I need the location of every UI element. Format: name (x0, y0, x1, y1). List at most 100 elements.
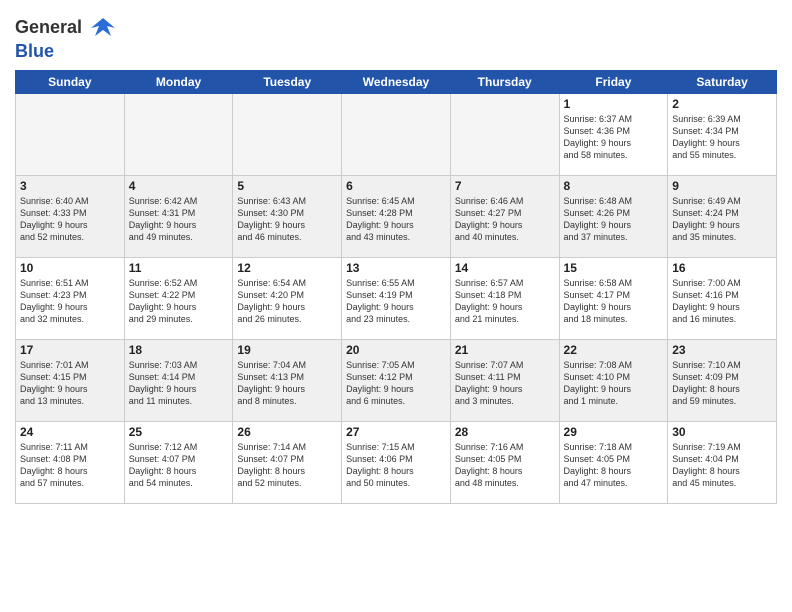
cal-cell-1: 1 Sunrise: 6:37 AM Sunset: 4:36 PM Daylig… (559, 93, 668, 175)
cal-cell-8: 8 Sunrise: 6:48 AM Sunset: 4:26 PM Daylig… (559, 175, 668, 257)
day-number: 18 (129, 343, 229, 357)
cell-info: Sunrise: 6:51 AM Sunset: 4:23 PM Dayligh… (20, 277, 120, 326)
day-number: 23 (672, 343, 772, 357)
logo-bird-icon (89, 14, 117, 42)
day-number: 1 (564, 97, 664, 111)
cal-cell-15: 15Sunrise: 6:58 AM Sunset: 4:17 PM Dayli… (559, 257, 668, 339)
cal-cell-3: 3 Sunrise: 6:40 AM Sunset: 4:33 PM Daylig… (16, 175, 125, 257)
cal-cell-10: 10 Sunrise: 6:51 AM Sunset: 4:23 PM Dayli… (16, 257, 125, 339)
day-number: 4 (129, 179, 229, 193)
day-header-wednesday: Wednesday (342, 70, 451, 93)
cell-info: Sunrise: 6:52 AM Sunset: 4:22 PM Dayligh… (129, 277, 229, 326)
calendar-table: SundayMondayTuesdayWednesdayThursdayFrid… (15, 70, 777, 504)
day-number: 7 (455, 179, 555, 193)
cal-cell-empty-3 (342, 93, 451, 175)
day-number: 26 (237, 425, 337, 439)
day-number: 29 (564, 425, 664, 439)
cal-cell-9: 9Sunrise: 6:49 AM Sunset: 4:24 PM Daylig… (668, 175, 777, 257)
day-number: 28 (455, 425, 555, 439)
cell-info: Sunrise: 7:12 AM Sunset: 4:07 PM Dayligh… (129, 441, 229, 490)
calendar-container: General Blue SundayMondayTuesdayWednesda… (0, 0, 792, 612)
header: General Blue (15, 10, 777, 62)
day-header-saturday: Saturday (668, 70, 777, 93)
cal-cell-empty-0 (16, 93, 125, 175)
day-number: 22 (564, 343, 664, 357)
cell-info: Sunrise: 7:07 AM Sunset: 4:11 PM Dayligh… (455, 359, 555, 408)
cal-cell-5: 5 Sunrise: 6:43 AM Sunset: 4:30 PM Daylig… (233, 175, 342, 257)
cell-info: Sunrise: 7:14 AM Sunset: 4:07 PM Dayligh… (237, 441, 337, 490)
cal-cell-empty-2 (233, 93, 342, 175)
day-header-tuesday: Tuesday (233, 70, 342, 93)
day-number: 20 (346, 343, 446, 357)
cal-cell-20: 20 Sunrise: 7:05 AM Sunset: 4:12 PM Dayli… (342, 339, 451, 421)
cal-cell-11: 11 Sunrise: 6:52 AM Sunset: 4:22 PM Dayli… (124, 257, 233, 339)
day-number: 13 (346, 261, 446, 275)
cell-info: Sunrise: 6:54 AM Sunset: 4:20 PM Dayligh… (237, 277, 337, 326)
cal-cell-22: 22 Sunrise: 7:08 AM Sunset: 4:10 PM Dayli… (559, 339, 668, 421)
day-number: 5 (237, 179, 337, 193)
cell-info: Sunrise: 6:46 AM Sunset: 4:27 PM Dayligh… (455, 195, 555, 244)
cal-cell-26: 26 Sunrise: 7:14 AM Sunset: 4:07 PM Dayli… (233, 421, 342, 503)
day-number: 16 (672, 261, 772, 275)
day-number: 15 (564, 261, 664, 275)
cal-cell-25: 25 Sunrise: 7:12 AM Sunset: 4:07 PM Dayli… (124, 421, 233, 503)
cell-info: Sunrise: 7:19 AM Sunset: 4:04 PM Dayligh… (672, 441, 772, 490)
day-number: 19 (237, 343, 337, 357)
day-header-friday: Friday (559, 70, 668, 93)
cell-info: Sunrise: 6:42 AM Sunset: 4:31 PM Dayligh… (129, 195, 229, 244)
cal-cell-13: 13 Sunrise: 6:55 AM Sunset: 4:19 PM Dayli… (342, 257, 451, 339)
day-number: 24 (20, 425, 120, 439)
week-row-2: 3 Sunrise: 6:40 AM Sunset: 4:33 PM Daylig… (16, 175, 777, 257)
cell-info: Sunrise: 6:45 AM Sunset: 4:28 PM Dayligh… (346, 195, 446, 244)
cal-cell-19: 19 Sunrise: 7:04 AM Sunset: 4:13 PM Dayli… (233, 339, 342, 421)
day-number: 2 (672, 97, 772, 111)
cell-info: Sunrise: 6:39 AM Sunset: 4:34 PM Dayligh… (672, 113, 772, 162)
logo: General Blue (15, 14, 117, 62)
week-row-5: 24 Sunrise: 7:11 AM Sunset: 4:08 PM Dayli… (16, 421, 777, 503)
cal-cell-18: 18 Sunrise: 7:03 AM Sunset: 4:14 PM Dayli… (124, 339, 233, 421)
day-number: 12 (237, 261, 337, 275)
day-header-sunday: Sunday (16, 70, 125, 93)
cell-info: Sunrise: 6:49 AM Sunset: 4:24 PM Dayligh… (672, 195, 772, 244)
cal-cell-empty-1 (124, 93, 233, 175)
cal-cell-17: 17Sunrise: 7:01 AM Sunset: 4:15 PM Dayli… (16, 339, 125, 421)
day-number: 30 (672, 425, 772, 439)
cell-info: Sunrise: 6:43 AM Sunset: 4:30 PM Dayligh… (237, 195, 337, 244)
cal-cell-21: 21Sunrise: 7:07 AM Sunset: 4:11 PM Dayli… (450, 339, 559, 421)
logo-general: General (15, 17, 82, 37)
day-number: 14 (455, 261, 555, 275)
cal-cell-4: 4 Sunrise: 6:42 AM Sunset: 4:31 PM Daylig… (124, 175, 233, 257)
cell-info: Sunrise: 7:11 AM Sunset: 4:08 PM Dayligh… (20, 441, 120, 490)
cell-info: Sunrise: 7:04 AM Sunset: 4:13 PM Dayligh… (237, 359, 337, 408)
cell-info: Sunrise: 7:01 AM Sunset: 4:15 PM Dayligh… (20, 359, 120, 408)
cal-cell-23: 23Sunrise: 7:10 AM Sunset: 4:09 PM Dayli… (668, 339, 777, 421)
cal-cell-14: 14 Sunrise: 6:57 AM Sunset: 4:18 PM Dayli… (450, 257, 559, 339)
cell-info: Sunrise: 6:55 AM Sunset: 4:19 PM Dayligh… (346, 277, 446, 326)
cal-cell-6: 6 Sunrise: 6:45 AM Sunset: 4:28 PM Daylig… (342, 175, 451, 257)
day-number: 27 (346, 425, 446, 439)
week-row-3: 10 Sunrise: 6:51 AM Sunset: 4:23 PM Dayli… (16, 257, 777, 339)
cell-info: Sunrise: 6:37 AM Sunset: 4:36 PM Dayligh… (564, 113, 664, 162)
day-number: 3 (20, 179, 120, 193)
day-number: 11 (129, 261, 229, 275)
day-number: 8 (564, 179, 664, 193)
cell-info: Sunrise: 7:08 AM Sunset: 4:10 PM Dayligh… (564, 359, 664, 408)
day-number: 10 (20, 261, 120, 275)
cell-info: Sunrise: 6:40 AM Sunset: 4:33 PM Dayligh… (20, 195, 120, 244)
day-header-thursday: Thursday (450, 70, 559, 93)
cell-info: Sunrise: 7:05 AM Sunset: 4:12 PM Dayligh… (346, 359, 446, 408)
week-row-4: 17Sunrise: 7:01 AM Sunset: 4:15 PM Dayli… (16, 339, 777, 421)
cal-cell-2: 2 Sunrise: 6:39 AM Sunset: 4:34 PM Daylig… (668, 93, 777, 175)
cell-info: Sunrise: 7:03 AM Sunset: 4:14 PM Dayligh… (129, 359, 229, 408)
day-number: 25 (129, 425, 229, 439)
cal-cell-7: 7 Sunrise: 6:46 AM Sunset: 4:27 PM Daylig… (450, 175, 559, 257)
cell-info: Sunrise: 6:48 AM Sunset: 4:26 PM Dayligh… (564, 195, 664, 244)
cal-cell-29: 29Sunrise: 7:18 AM Sunset: 4:05 PM Dayli… (559, 421, 668, 503)
cal-cell-16: 16Sunrise: 7:00 AM Sunset: 4:16 PM Dayli… (668, 257, 777, 339)
cell-info: Sunrise: 6:57 AM Sunset: 4:18 PM Dayligh… (455, 277, 555, 326)
day-number: 6 (346, 179, 446, 193)
day-header-row: SundayMondayTuesdayWednesdayThursdayFrid… (16, 70, 777, 93)
day-header-monday: Monday (124, 70, 233, 93)
cal-cell-27: 27Sunrise: 7:15 AM Sunset: 4:06 PM Dayli… (342, 421, 451, 503)
cal-cell-12: 12 Sunrise: 6:54 AM Sunset: 4:20 PM Dayli… (233, 257, 342, 339)
